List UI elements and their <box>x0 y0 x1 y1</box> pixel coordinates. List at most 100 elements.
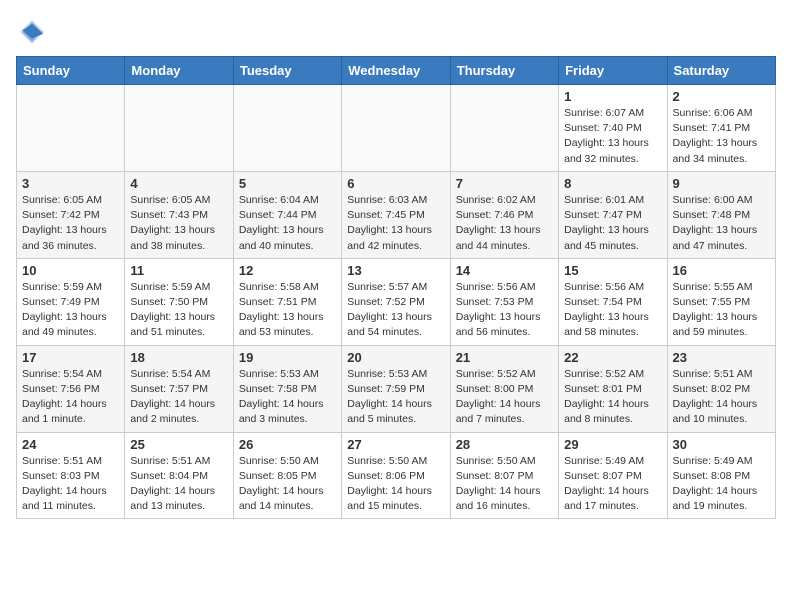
day-number: 20 <box>347 350 444 365</box>
calendar-day-cell: 16 Sunrise: 5:55 AM Sunset: 7:55 PM Dayli… <box>667 258 775 345</box>
day-info: Sunrise: 6:06 AM Sunset: 7:41 PM Dayligh… <box>673 106 770 167</box>
day-number: 3 <box>22 176 119 191</box>
day-number: 8 <box>564 176 661 191</box>
day-of-week-header: Monday <box>125 57 233 85</box>
day-info: Sunrise: 6:00 AM Sunset: 7:48 PM Dayligh… <box>673 193 770 254</box>
day-of-week-header: Thursday <box>450 57 558 85</box>
calendar-day-cell: 14 Sunrise: 5:56 AM Sunset: 7:53 PM Dayli… <box>450 258 558 345</box>
day-info: Sunrise: 5:53 AM Sunset: 7:59 PM Dayligh… <box>347 367 444 428</box>
calendar-day-cell: 9 Sunrise: 6:00 AM Sunset: 7:48 PM Daylig… <box>667 171 775 258</box>
day-number: 25 <box>130 437 227 452</box>
day-info: Sunrise: 6:04 AM Sunset: 7:44 PM Dayligh… <box>239 193 336 254</box>
calendar-day-cell <box>450 85 558 172</box>
day-number: 16 <box>673 263 770 278</box>
day-info: Sunrise: 5:50 AM Sunset: 8:06 PM Dayligh… <box>347 454 444 515</box>
calendar-day-cell: 11 Sunrise: 5:59 AM Sunset: 7:50 PM Dayli… <box>125 258 233 345</box>
day-info: Sunrise: 5:50 AM Sunset: 8:07 PM Dayligh… <box>456 454 553 515</box>
day-info: Sunrise: 5:50 AM Sunset: 8:05 PM Dayligh… <box>239 454 336 515</box>
day-info: Sunrise: 5:54 AM Sunset: 7:57 PM Dayligh… <box>130 367 227 428</box>
day-number: 29 <box>564 437 661 452</box>
day-info: Sunrise: 6:01 AM Sunset: 7:47 PM Dayligh… <box>564 193 661 254</box>
calendar-day-cell <box>17 85 125 172</box>
calendar-day-cell: 17 Sunrise: 5:54 AM Sunset: 7:56 PM Dayli… <box>17 345 125 432</box>
day-number: 11 <box>130 263 227 278</box>
calendar-week-row: 24 Sunrise: 5:51 AM Sunset: 8:03 PM Dayli… <box>17 432 776 519</box>
day-of-week-header: Saturday <box>667 57 775 85</box>
day-number: 22 <box>564 350 661 365</box>
calendar-day-cell: 1 Sunrise: 6:07 AM Sunset: 7:40 PM Daylig… <box>559 85 667 172</box>
day-number: 27 <box>347 437 444 452</box>
day-info: Sunrise: 5:56 AM Sunset: 7:53 PM Dayligh… <box>456 280 553 341</box>
day-number: 24 <box>22 437 119 452</box>
day-info: Sunrise: 5:54 AM Sunset: 7:56 PM Dayligh… <box>22 367 119 428</box>
calendar-day-cell: 21 Sunrise: 5:52 AM Sunset: 8:00 PM Dayli… <box>450 345 558 432</box>
day-number: 28 <box>456 437 553 452</box>
day-info: Sunrise: 5:51 AM Sunset: 8:03 PM Dayligh… <box>22 454 119 515</box>
day-info: Sunrise: 5:57 AM Sunset: 7:52 PM Dayligh… <box>347 280 444 341</box>
calendar-week-row: 1 Sunrise: 6:07 AM Sunset: 7:40 PM Daylig… <box>17 85 776 172</box>
calendar-week-row: 10 Sunrise: 5:59 AM Sunset: 7:49 PM Dayli… <box>17 258 776 345</box>
day-number: 30 <box>673 437 770 452</box>
day-of-week-header: Sunday <box>17 57 125 85</box>
calendar-week-row: 17 Sunrise: 5:54 AM Sunset: 7:56 PM Dayli… <box>17 345 776 432</box>
calendar-day-cell: 25 Sunrise: 5:51 AM Sunset: 8:04 PM Dayli… <box>125 432 233 519</box>
day-number: 17 <box>22 350 119 365</box>
calendar-day-cell <box>342 85 450 172</box>
day-number: 15 <box>564 263 661 278</box>
day-number: 13 <box>347 263 444 278</box>
day-info: Sunrise: 5:53 AM Sunset: 7:58 PM Dayligh… <box>239 367 336 428</box>
day-of-week-header: Friday <box>559 57 667 85</box>
calendar-day-cell: 22 Sunrise: 5:52 AM Sunset: 8:01 PM Dayli… <box>559 345 667 432</box>
calendar-table: SundayMondayTuesdayWednesdayThursdayFrid… <box>16 56 776 519</box>
calendar-day-cell: 4Sunrise: 6:05 AM Sunset: 7:43 PM Daylig… <box>125 171 233 258</box>
day-info: Sunrise: 5:52 AM Sunset: 8:01 PM Dayligh… <box>564 367 661 428</box>
day-info: Sunrise: 5:56 AM Sunset: 7:54 PM Dayligh… <box>564 280 661 341</box>
day-number: 18 <box>130 350 227 365</box>
day-info: Sunrise: 6:05 AM Sunset: 7:42 PM Dayligh… <box>22 193 119 254</box>
day-number: 6 <box>347 176 444 191</box>
calendar-day-cell: 28 Sunrise: 5:50 AM Sunset: 8:07 PM Dayli… <box>450 432 558 519</box>
day-number: 23 <box>673 350 770 365</box>
day-number: 26 <box>239 437 336 452</box>
calendar-day-cell: 7Sunrise: 6:02 AM Sunset: 7:46 PM Daylig… <box>450 171 558 258</box>
day-number: 4 <box>130 176 227 191</box>
day-info: Sunrise: 6:07 AM Sunset: 7:40 PM Dayligh… <box>564 106 661 167</box>
day-info: Sunrise: 5:59 AM Sunset: 7:49 PM Dayligh… <box>22 280 119 341</box>
logo-icon <box>16 16 48 48</box>
logo <box>16 16 52 48</box>
calendar-day-cell: 3 Sunrise: 6:05 AM Sunset: 7:42 PM Daylig… <box>17 171 125 258</box>
calendar-day-cell: 20 Sunrise: 5:53 AM Sunset: 7:59 PM Dayli… <box>342 345 450 432</box>
calendar-day-cell: 10 Sunrise: 5:59 AM Sunset: 7:49 PM Dayli… <box>17 258 125 345</box>
day-info: Sunrise: 5:58 AM Sunset: 7:51 PM Dayligh… <box>239 280 336 341</box>
day-info: Sunrise: 5:49 AM Sunset: 8:07 PM Dayligh… <box>564 454 661 515</box>
day-info: Sunrise: 5:51 AM Sunset: 8:04 PM Dayligh… <box>130 454 227 515</box>
day-info: Sunrise: 5:55 AM Sunset: 7:55 PM Dayligh… <box>673 280 770 341</box>
day-number: 21 <box>456 350 553 365</box>
day-of-week-header: Wednesday <box>342 57 450 85</box>
day-info: Sunrise: 5:49 AM Sunset: 8:08 PM Dayligh… <box>673 454 770 515</box>
page-header <box>16 16 776 48</box>
day-number: 1 <box>564 89 661 104</box>
calendar-day-cell: 23 Sunrise: 5:51 AM Sunset: 8:02 PM Dayli… <box>667 345 775 432</box>
calendar-day-cell: 29 Sunrise: 5:49 AM Sunset: 8:07 PM Dayli… <box>559 432 667 519</box>
calendar-day-cell: 30 Sunrise: 5:49 AM Sunset: 8:08 PM Dayli… <box>667 432 775 519</box>
day-number: 9 <box>673 176 770 191</box>
calendar-week-row: 3 Sunrise: 6:05 AM Sunset: 7:42 PM Daylig… <box>17 171 776 258</box>
day-info: Sunrise: 5:52 AM Sunset: 8:00 PM Dayligh… <box>456 367 553 428</box>
calendar-header-row: SundayMondayTuesdayWednesdayThursdayFrid… <box>17 57 776 85</box>
day-of-week-header: Tuesday <box>233 57 341 85</box>
calendar-day-cell: 24 Sunrise: 5:51 AM Sunset: 8:03 PM Dayli… <box>17 432 125 519</box>
calendar-day-cell: 27 Sunrise: 5:50 AM Sunset: 8:06 PM Dayli… <box>342 432 450 519</box>
day-number: 10 <box>22 263 119 278</box>
day-number: 2 <box>673 89 770 104</box>
calendar-day-cell: 12Sunrise: 5:58 AM Sunset: 7:51 PM Dayli… <box>233 258 341 345</box>
calendar-day-cell: 19Sunrise: 5:53 AM Sunset: 7:58 PM Dayli… <box>233 345 341 432</box>
calendar-day-cell: 8 Sunrise: 6:01 AM Sunset: 7:47 PM Daylig… <box>559 171 667 258</box>
day-info: Sunrise: 5:51 AM Sunset: 8:02 PM Dayligh… <box>673 367 770 428</box>
day-info: Sunrise: 5:59 AM Sunset: 7:50 PM Dayligh… <box>130 280 227 341</box>
calendar-day-cell <box>125 85 233 172</box>
calendar-day-cell: 6Sunrise: 6:03 AM Sunset: 7:45 PM Daylig… <box>342 171 450 258</box>
day-number: 14 <box>456 263 553 278</box>
calendar-day-cell <box>233 85 341 172</box>
calendar-day-cell: 26 Sunrise: 5:50 AM Sunset: 8:05 PM Dayli… <box>233 432 341 519</box>
